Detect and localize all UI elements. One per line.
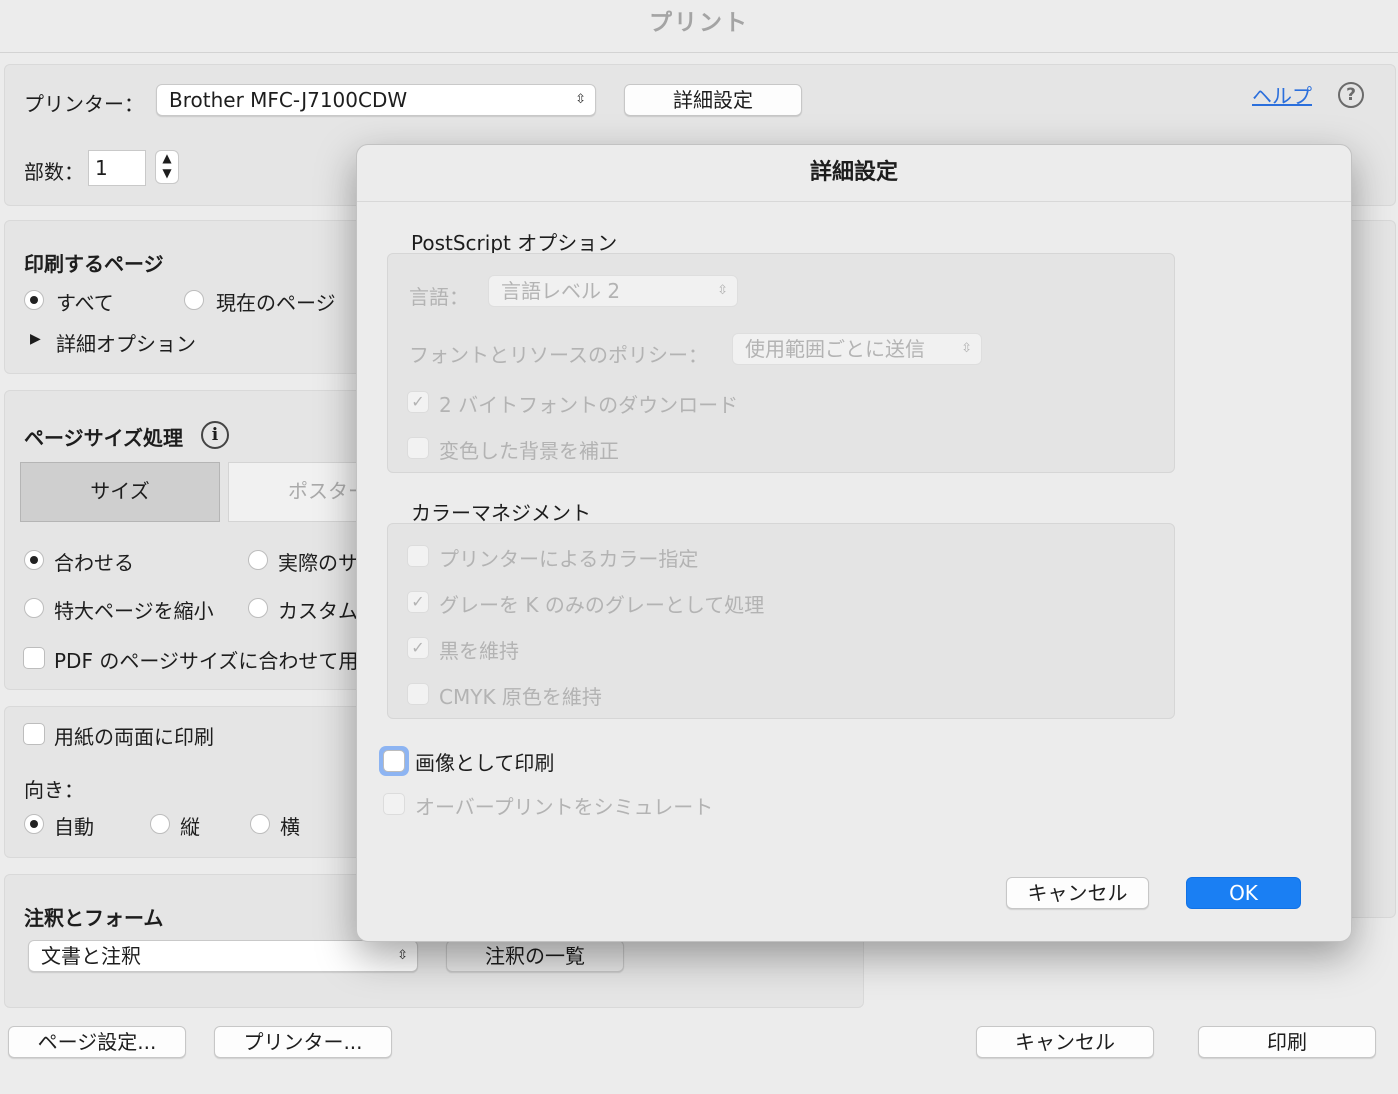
actual-size-radio[interactable]	[248, 550, 268, 570]
custom-label: カスタム	[278, 599, 358, 623]
printer-settings-button[interactable]: プリンター...	[214, 1026, 392, 1058]
cancel-button[interactable]: キャンセル	[976, 1026, 1154, 1058]
up-down-arrows-icon: ⇳	[575, 92, 586, 107]
orientation-label: 向き：	[24, 778, 84, 802]
printer-select[interactable]: Brother MFC-J7100CDW ⇳	[156, 84, 596, 116]
simulate-overprint-label: オーバープリントをシミュレート	[415, 795, 714, 819]
annotations-heading: 注釈とフォーム	[24, 906, 164, 930]
simulate-overprint-checkbox[interactable]	[383, 793, 405, 815]
language-select-value: 言語レベル 2	[501, 279, 621, 303]
correct-background-label: 変色した背景を補正	[439, 439, 619, 463]
annotations-select-value: 文書と注釈	[41, 944, 141, 968]
pages-all-label: すべて	[56, 291, 114, 315]
pdf-size-label: PDF のページサイズに合わせて用	[54, 649, 359, 673]
up-down-arrows-icon: ⇳	[397, 948, 408, 963]
orientation-portrait-radio[interactable]	[150, 814, 170, 834]
printer-select-value: Brother MFC-J7100CDW	[169, 88, 408, 112]
font-policy-select[interactable]: 使用範囲ごとに送信 ⇳	[732, 333, 982, 365]
custom-radio[interactable]	[248, 598, 268, 618]
window-title: プリント	[0, 0, 1398, 53]
printer-color-label: プリンターによるカラー指定	[439, 547, 699, 571]
help-link[interactable]: ヘルプ	[1252, 80, 1312, 109]
page-setup-button[interactable]: ページ設定...	[8, 1026, 186, 1058]
checkmark-icon: ✓	[411, 592, 425, 611]
print-button[interactable]: 印刷	[1198, 1026, 1376, 1058]
keep-cmyk-checkbox[interactable]	[407, 683, 429, 705]
up-down-arrows-icon: ⇳	[961, 341, 972, 356]
sheet-ok-button[interactable]: OK	[1186, 877, 1301, 909]
tab-size[interactable]: サイズ	[20, 462, 220, 522]
sheet-cancel-button[interactable]: キャンセル	[1006, 877, 1149, 909]
color-management-heading: カラーマネジメント	[411, 501, 591, 525]
print-as-image-checkbox[interactable]	[383, 750, 405, 772]
copies-label: 部数：	[24, 160, 84, 184]
checkmark-icon: ✓	[411, 638, 425, 657]
pages-current-label: 現在のページ	[216, 291, 336, 315]
sheet-title: 詳細設定	[357, 145, 1351, 202]
download-2byte-label: 2 バイトフォントのダウンロード	[439, 393, 739, 417]
orientation-landscape-radio[interactable]	[250, 814, 270, 834]
annotations-select[interactable]: 文書と注釈 ⇳	[28, 940, 418, 972]
duplex-label: 用紙の両面に印刷	[54, 725, 214, 749]
advanced-settings-sheet: 詳細設定 PostScript オプション 言語： 言語レベル 2 ⇳ フォント…	[356, 144, 1352, 942]
pages-current-radio[interactable]	[184, 290, 204, 310]
orientation-landscape-label: 横	[280, 815, 300, 839]
keep-black-checkbox[interactable]: ✓	[407, 637, 429, 659]
postscript-heading: PostScript オプション	[411, 231, 618, 255]
printer-details-button[interactable]: 詳細設定	[624, 84, 802, 116]
gray-as-k-label: グレーを K のみのグレーとして処理	[439, 593, 765, 617]
annotations-summary-button[interactable]: 注釈の一覧	[446, 940, 624, 972]
actual-size-label: 実際のサ	[278, 551, 358, 575]
disclosure-triangle-icon[interactable]: ▶	[30, 331, 41, 347]
page-sizing-heading: ページサイズ処理	[24, 426, 183, 450]
fit-radio[interactable]	[24, 550, 44, 570]
fit-label: 合わせる	[54, 551, 134, 575]
pages-heading: 印刷するページ	[24, 252, 164, 276]
print-as-image-label: 画像として印刷	[415, 751, 555, 775]
orientation-auto-label: 自動	[54, 815, 94, 839]
more-options-label[interactable]: 詳細オプション	[56, 328, 196, 357]
duplex-checkbox[interactable]	[23, 723, 45, 745]
checkmark-icon: ✓	[411, 392, 425, 411]
language-label: 言語：	[409, 285, 469, 309]
font-policy-label: フォントとリソースのポリシー：	[409, 343, 708, 367]
orientation-auto-radio[interactable]	[24, 814, 44, 834]
question-circle-icon[interactable]: ?	[1338, 82, 1364, 108]
language-select[interactable]: 言語レベル 2 ⇳	[488, 275, 738, 307]
keep-black-label: 黒を維持	[439, 639, 519, 663]
info-circle-icon[interactable]: i	[201, 421, 229, 449]
printer-color-checkbox[interactable]	[407, 545, 429, 567]
correct-background-checkbox[interactable]	[407, 437, 429, 459]
pages-all-radio[interactable]	[24, 290, 44, 310]
orientation-portrait-label: 縦	[180, 815, 200, 839]
copies-stepper[interactable]: ▲ ▼	[155, 150, 179, 184]
printer-label: プリンター：	[24, 92, 144, 116]
download-2byte-checkbox[interactable]: ✓	[407, 391, 429, 413]
shrink-radio[interactable]	[24, 598, 44, 618]
pdf-size-checkbox[interactable]	[23, 647, 45, 669]
copies-input[interactable]: 1	[88, 150, 146, 186]
up-down-arrows-icon: ⇳	[717, 283, 728, 298]
font-policy-select-value: 使用範囲ごとに送信	[745, 337, 925, 361]
gray-as-k-checkbox[interactable]: ✓	[407, 591, 429, 613]
keep-cmyk-label: CMYK 原色を維持	[439, 685, 602, 709]
shrink-label: 特大ページを縮小	[54, 599, 214, 623]
